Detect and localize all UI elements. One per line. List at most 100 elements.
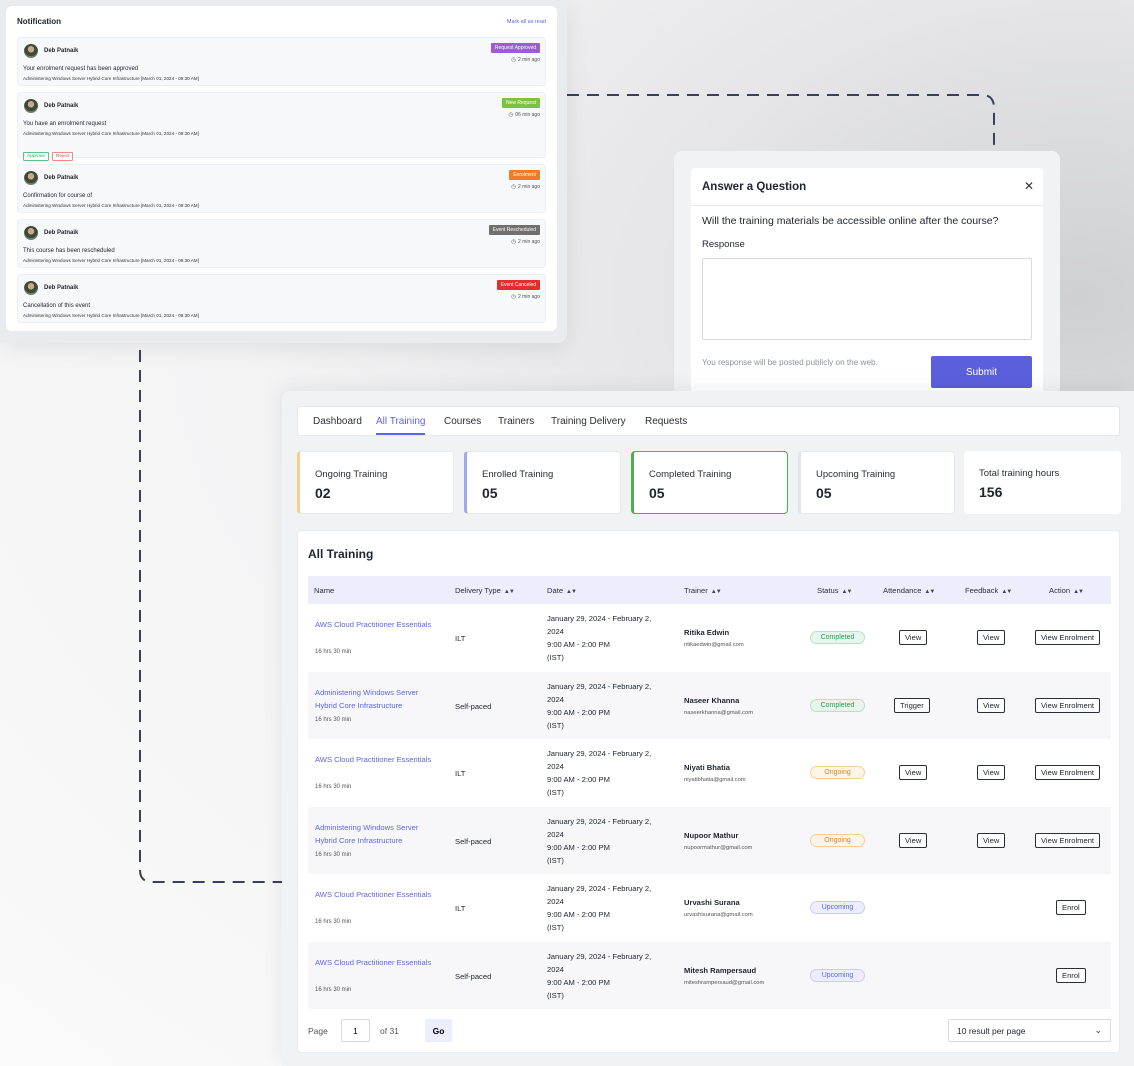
action-button[interactable]: View Enrolment [1035,832,1101,848]
status-badge: Event Rescheduled [488,225,540,235]
avatar [24,171,38,185]
date-line: 2024 [547,897,564,906]
reject-button[interactable]: Reject [51,152,74,161]
training-date: January 29, 2024 - February 2, 2024 9:00 A… [547,882,677,934]
clock-icon: ◷ [511,239,517,245]
date-line: (IST) [547,855,564,865]
clock-icon: ◷ [511,184,517,190]
notification-item[interactable]: Deb Patnaik Request Approved ◷ 2 min ago … [17,37,546,86]
tab-all-training[interactable]: All Training [376,416,426,435]
col-action[interactable]: Action ▲▼ [1049,586,1084,595]
tab-trainers[interactable]: Trainers [498,416,534,433]
close-icon[interactable]: ✕ [1024,179,1034,193]
timestamp: ◷ 2 min ago [511,239,540,245]
action-button[interactable]: Enrol [1056,900,1086,915]
feedback-button[interactable]: View [977,697,1006,713]
stat-value: 156 [979,484,1003,500]
results-per-page-select[interactable]: 10 result per page ⌄ [948,1019,1111,1042]
col-feedback[interactable]: Feedback ▲▼ [965,586,1012,595]
stat-upcoming-training[interactable]: Upcoming Training 05 [798,451,955,514]
tab-requests[interactable]: Requests [645,416,687,433]
trainer-email: ritikaedwin@gmail.com [684,642,744,648]
chevron-down-icon: ⌄ [1094,1025,1102,1035]
action-button[interactable]: Enrol [1056,967,1086,983]
course-name-link[interactable]: AWS Cloud Practitioner Essentials [315,956,440,969]
col-status[interactable]: Status ▲▼ [817,586,852,595]
stat-label: Enrolled Training [482,469,554,480]
training-date: January 29, 2024 - February 2, 2024 9:00 A… [547,612,677,664]
table-row: AWS Cloud Practitioner Essentials 16 hrs… [308,941,1111,1009]
stat-ongoing-training[interactable]: Ongoing Training 02 [297,451,454,514]
date-line: 9:00 AM - 2:00 PM [547,910,610,919]
trainer-name: Ritika Edwin [684,628,730,637]
go-button[interactable]: Go [425,1019,452,1042]
notification-item[interactable]: Deb Patnaik Event Canceled ◷ 2 min ago Ca… [17,274,546,323]
date-line: 9:00 AM - 2:00 PM [547,640,610,649]
timestamp: ◷ 2 min ago [511,184,540,190]
col-trainer[interactable]: Trainer ▲▼ [684,586,722,595]
table-row: Administering Windows Server Hybrid Core… [308,806,1111,874]
sort-icon: ▲▼ [503,589,515,595]
attendance-button[interactable]: View [899,765,928,780]
course-name-link[interactable]: AWS Cloud Practitioner Essentials [315,888,440,901]
response-input[interactable] [702,258,1032,340]
status-badge: Event Canceled [496,280,540,290]
trainer-name: Urvashi Surana [684,898,740,907]
feedback-button[interactable]: View [977,630,1006,645]
top-nav: Dashboard All Training Courses Trainers … [297,406,1120,436]
tab-courses[interactable]: Courses [444,416,481,433]
course-name-link[interactable]: Administering Windows Server Hybrid Core… [315,686,440,712]
table-row: Administering Windows Server Hybrid Core… [308,671,1111,739]
date-line: 9:00 AM - 2:00 PM [547,707,610,717]
timestamp: ◷ 2 min ago [511,57,540,63]
sender-name: Deb Patnaik [44,285,79,291]
course-name-link[interactable]: Administering Windows Server Hybrid Core… [315,821,440,847]
action-button[interactable]: View Enrolment [1035,630,1101,645]
action-button[interactable]: View Enrolment [1035,697,1101,713]
tab-training-delivery[interactable]: Training Delivery [551,416,626,433]
table-row: AWS Cloud Practitioner Essentials 16 hrs… [308,739,1111,806]
notification-item[interactable]: Deb Patnaik New Request ◷ 06 min ago You … [17,92,546,161]
notification-panel: Notification Mark all as read Deb Patnai… [0,0,567,343]
table-title: All Training [308,547,374,561]
stat-value: 05 [816,485,832,501]
attendance-button[interactable]: View [899,832,928,848]
attendance-button[interactable]: View [899,630,928,645]
clock-icon: ◷ [511,294,517,300]
course-name-link[interactable]: AWS Cloud Practitioner Essentials [315,618,440,631]
notification-course: Administering Windows Server Hybrid Core… [23,131,199,136]
results-per-page-value: 10 result per page [957,1026,1026,1036]
attendance-button[interactable]: Trigger [894,697,930,713]
stat-label: Total training hours [979,468,1060,479]
sort-icon: ▲▼ [924,589,935,595]
col-name[interactable]: Name [314,586,334,595]
tab-dashboard[interactable]: Dashboard [313,416,362,433]
avatar [24,44,38,58]
action-button[interactable]: View Enrolment [1035,765,1101,780]
stat-enrolled-training[interactable]: Enrolled Training 05 [464,451,621,514]
training-date: January 29, 2024 - February 2, 2024 9:00 A… [547,680,677,732]
trainer-name: Niyati Bhatia [684,763,730,772]
col-date[interactable]: Date ▲▼ [547,586,577,595]
mark-all-read-link[interactable]: Mark all as read [507,19,546,25]
notification-item[interactable]: Deb Patnaik Event Rescheduled ◷ 2 min ago… [17,219,546,268]
course-name-link[interactable]: AWS Cloud Practitioner Essentials [315,753,440,766]
stat-completed-training[interactable]: Completed Training 05 [631,451,788,514]
date-line: 2024 [547,829,564,839]
approve-button[interactable]: Approve [23,152,49,161]
col-delivery-type[interactable]: Delivery Type ▲▼ [455,586,515,595]
delivery-type: Self-paced [455,971,492,981]
submit-button[interactable]: Submit [931,356,1032,388]
notification-item[interactable]: Deb Patnaik Enrolment ◷ 2 min ago Confirm… [17,164,546,213]
feedback-button[interactable]: View [977,832,1006,848]
feedback-button[interactable]: View [977,765,1006,780]
date-line: January 29, 2024 - February 2, [547,681,652,691]
col-attendance[interactable]: Attendance ▲▼ [883,586,935,595]
stat-total-hours[interactable]: Total training hours 156 [964,451,1121,514]
date-line: 9:00 AM - 2:00 PM [547,842,610,852]
page-number-input[interactable] [341,1019,370,1042]
clock-icon: ◷ [511,57,517,63]
date-line: (IST) [547,923,564,932]
notification-message: This course has been rescheduled [23,248,115,254]
page-label: Page [308,1026,328,1036]
